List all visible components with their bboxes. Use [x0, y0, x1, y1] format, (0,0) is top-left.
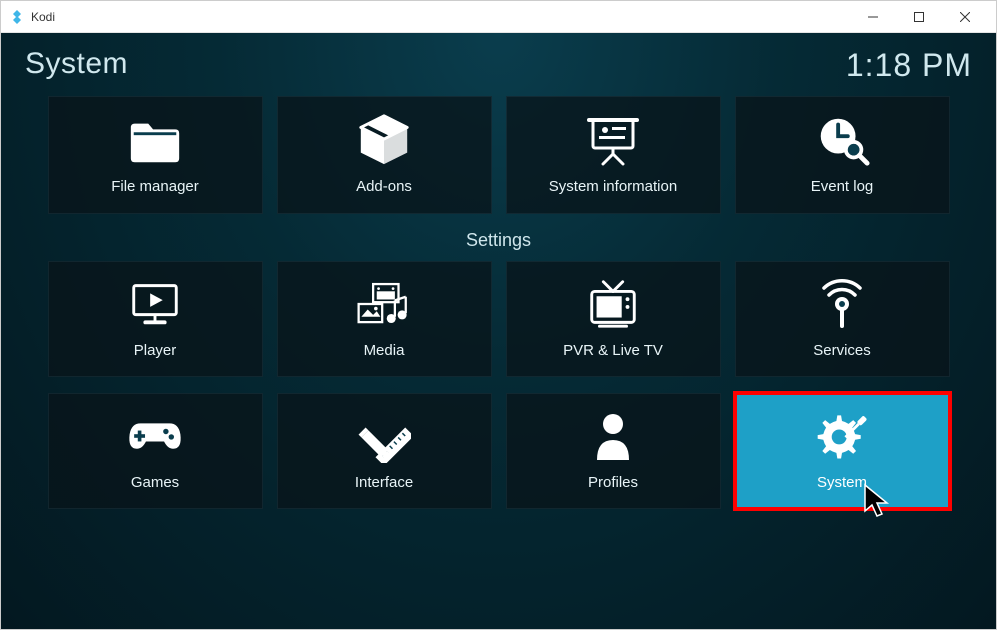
tile-label: PVR & Live TV [563, 342, 663, 359]
close-button[interactable] [942, 2, 988, 32]
tile-interface[interactable]: Interface [277, 393, 492, 509]
tile-label: Player [134, 342, 177, 359]
tile-label: Interface [355, 474, 413, 491]
settings-row-1: Player Media PVR & Live TV [25, 261, 972, 377]
page-title: System [25, 47, 128, 84]
window-controls [850, 2, 988, 32]
maximize-button[interactable] [896, 2, 942, 32]
person-icon [584, 412, 642, 460]
tile-games[interactable]: Games [48, 393, 263, 509]
tile-label: System [817, 474, 867, 491]
app-body: System 1:18 PM File manager Add-ons [1, 33, 996, 629]
tile-event-log[interactable]: Event log [735, 96, 950, 214]
clock-search-icon [813, 116, 871, 164]
broadcast-icon [813, 280, 871, 328]
gear-screwdriver-icon [813, 412, 871, 460]
tile-label: Games [131, 474, 179, 491]
tile-label: System information [549, 178, 677, 195]
top-tile-row: File manager Add-ons System information [25, 96, 972, 214]
tile-system-information[interactable]: System information [506, 96, 721, 214]
presentation-icon [584, 116, 642, 164]
tile-profiles[interactable]: Profiles [506, 393, 721, 509]
app-icon [9, 9, 25, 25]
play-monitor-icon [126, 280, 184, 328]
tile-label: Media [364, 342, 405, 359]
app-window: Kodi System 1:18 PM [0, 0, 997, 630]
tile-player[interactable]: Player [48, 261, 263, 377]
tile-file-manager[interactable]: File manager [48, 96, 263, 214]
tile-services[interactable]: Services [735, 261, 950, 377]
content: File manager Add-ons System information [1, 92, 996, 545]
tile-media[interactable]: Media [277, 261, 492, 377]
gamepad-icon [126, 412, 184, 460]
header: System 1:18 PM [1, 33, 996, 92]
tile-label: File manager [111, 178, 199, 195]
clock: 1:18 PM [846, 47, 972, 84]
settings-section-label: Settings [25, 230, 972, 251]
tile-label: Profiles [588, 474, 638, 491]
tv-icon [584, 280, 642, 328]
folder-icon [126, 116, 184, 164]
package-icon [355, 116, 413, 164]
tile-pvr-live-tv[interactable]: PVR & Live TV [506, 261, 721, 377]
tile-label: Add-ons [356, 178, 412, 195]
tile-add-ons[interactable]: Add-ons [277, 96, 492, 214]
titlebar: Kodi [1, 1, 996, 33]
tile-label: Event log [811, 178, 874, 195]
window-title: Kodi [31, 10, 850, 24]
settings-row-2: Games Interface Profiles [25, 393, 972, 509]
ruler-pencil-icon [355, 412, 413, 460]
media-group-icon [355, 280, 413, 328]
tile-system[interactable]: System [735, 393, 950, 509]
minimize-button[interactable] [850, 2, 896, 32]
tile-label: Services [813, 342, 871, 359]
